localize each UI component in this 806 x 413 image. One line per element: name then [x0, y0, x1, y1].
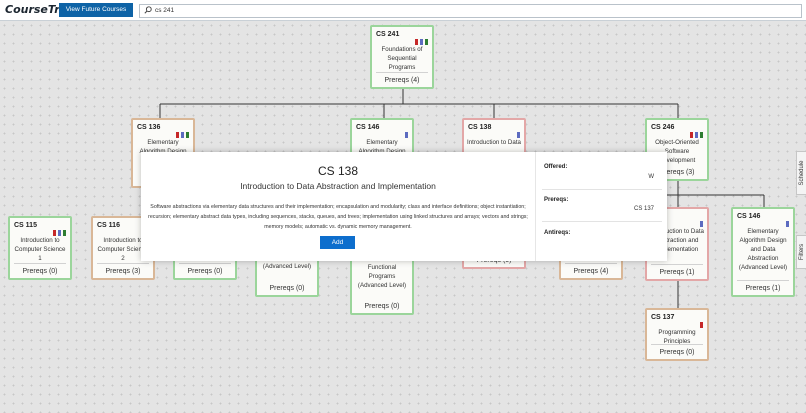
- prereqs-label: Prereqs:: [544, 197, 569, 203]
- modal-course-title: Introduction to Data Abstraction and Imp…: [240, 181, 436, 191]
- add-course-button[interactable]: Add: [320, 236, 355, 249]
- modal-description: Software abstractions via elementary dat…: [148, 204, 528, 230]
- course-detail-modal: CS 138 Introduction to Data Abstraction …: [141, 152, 667, 261]
- prereqs-value: CS 137: [633, 206, 654, 212]
- modal-main-panel: CS 138 Introduction to Data Abstraction …: [141, 152, 535, 261]
- modal-course-code: CS 138: [317, 164, 359, 178]
- modal-overlay: CS 138 Introduction to Data Abstraction …: [0, 0, 806, 413]
- modal-info-panel: Offered: W Prereqs: CS 137 Antireqs:: [535, 152, 668, 261]
- offered-value: W: [648, 174, 654, 180]
- antireqs-label: Antireqs:: [544, 230, 571, 236]
- offered-label: Offered:: [544, 164, 568, 170]
